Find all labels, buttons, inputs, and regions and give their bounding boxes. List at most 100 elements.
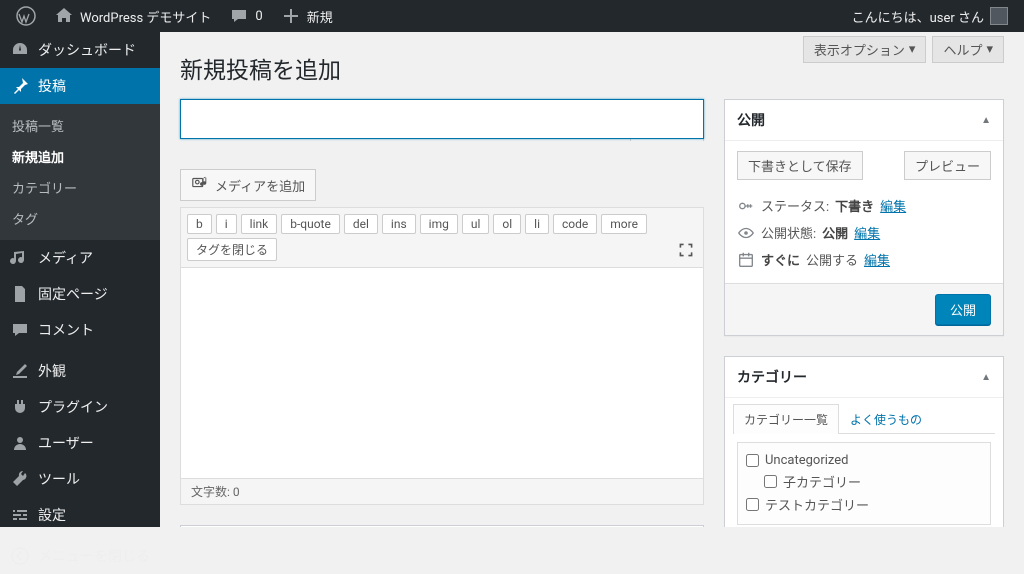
quicktag-タグを閉じる[interactable]: タグを閉じる	[187, 238, 277, 261]
site-name-link[interactable]: WordPress デモサイト	[46, 0, 219, 32]
admin-bar: WordPress デモサイト 0 新規 こんにちは、user さん	[0, 0, 1024, 32]
category-checkbox[interactable]	[746, 454, 759, 467]
comments-count: 0	[255, 9, 262, 24]
edit-status-link[interactable]: 編集	[880, 196, 906, 215]
post-title-input[interactable]	[180, 99, 704, 139]
new-content-link[interactable]: 新規	[273, 0, 341, 32]
help-button[interactable]: ヘルプ ▾	[932, 36, 1004, 63]
settings-icon	[10, 505, 30, 525]
screen-options-button[interactable]: 表示オプション ▾	[803, 36, 927, 63]
submenu-item[interactable]: 新規追加	[0, 141, 160, 172]
sidebar-item-label: ツール	[38, 469, 80, 489]
comment-icon	[10, 320, 30, 340]
content-area: 表示オプション ▾ ヘルプ ▾ 新規投稿を追加 メディアを追加 ビジュアル テキ…	[160, 32, 1024, 527]
sidebar-item-media[interactable]: メディア	[0, 240, 160, 276]
tab-category-popular[interactable]: よく使うもの	[839, 404, 933, 434]
sidebar-item-label: ユーザー	[38, 433, 94, 453]
greeting-text: こんにちは、user さん	[852, 7, 984, 26]
sidebar-item-label: メニューを閉じる	[38, 546, 150, 566]
page-icon	[10, 284, 30, 304]
editor-box: bilinkb-quotedelinsimgulollicodemore タグを閉…	[180, 207, 704, 505]
quicktag-more[interactable]: more	[601, 214, 647, 234]
comments-link[interactable]: 0	[221, 0, 270, 32]
media-icon	[10, 248, 30, 268]
sidebar-item-label: 固定ページ	[38, 284, 108, 304]
calendar-icon	[737, 251, 755, 269]
wp-logo[interactable]	[8, 0, 44, 32]
plus-icon	[281, 6, 301, 26]
fullscreen-icon[interactable]	[675, 239, 697, 261]
quicktag-link[interactable]: link	[241, 214, 278, 234]
sidebar-item-page[interactable]: 固定ページ	[0, 276, 160, 312]
site-name: WordPress デモサイト	[80, 7, 211, 26]
category-item[interactable]: Uncategorized	[746, 451, 982, 470]
sidebar-item-user[interactable]: ユーザー	[0, 425, 160, 461]
new-label: 新規	[307, 7, 333, 26]
quicktag-img[interactable]: img	[420, 214, 458, 234]
category-item[interactable]: 子カテゴリー	[746, 470, 982, 493]
sidebar-item-label: メディア	[38, 248, 93, 268]
sidebar-item-label: コメント	[38, 320, 94, 340]
account-link[interactable]: こんにちは、user さん	[844, 0, 1016, 32]
plugin-icon	[10, 397, 30, 417]
quicktags-toolbar: bilinkb-quotedelinsimgulollicodemore タグを閉…	[181, 208, 703, 268]
quicktag-i[interactable]: i	[216, 214, 237, 234]
avatar	[990, 7, 1008, 25]
save-draft-button[interactable]: 下書きとして保存	[737, 151, 863, 180]
chevron-down-icon: ▾	[909, 42, 916, 57]
category-checklist: Uncategorized 子カテゴリー テストカテゴリー	[737, 442, 991, 525]
post-content-textarea[interactable]	[181, 268, 703, 478]
quicktag-ol[interactable]: ol	[493, 214, 521, 234]
sidebar-item-dashboard[interactable]: ダッシュボード	[0, 32, 160, 68]
categories-box: カテゴリー▲ カテゴリー一覧 よく使うもの Uncategorized 子カテゴ…	[724, 356, 1004, 527]
submenu-item[interactable]: タグ	[0, 203, 160, 234]
tab-category-all[interactable]: カテゴリー一覧	[733, 404, 839, 434]
edit-visibility-link[interactable]: 編集	[854, 223, 880, 242]
quicktag-b-quote[interactable]: b-quote	[281, 214, 340, 234]
tools-icon	[10, 469, 30, 489]
sidebar-item-collapse[interactable]: メニューを閉じる	[0, 538, 160, 574]
sidebar-item-label: 投稿	[38, 76, 66, 96]
categories-heading[interactable]: カテゴリー▲	[725, 357, 1003, 398]
editor-status-bar: 文字数: 0	[181, 478, 703, 504]
visibility-row: 公開状態: 公開 編集	[737, 219, 991, 246]
status-row: ステータス: 下書き 編集	[737, 192, 991, 219]
chevron-up-icon[interactable]: ▲	[981, 372, 991, 383]
submenu-item[interactable]: 投稿一覧	[0, 110, 160, 141]
admin-sidebar: ダッシュボード投稿投稿一覧新規追加カテゴリータグメディア固定ページコメント外観プ…	[0, 32, 160, 527]
quicktag-del[interactable]: del	[344, 214, 378, 234]
quicktag-li[interactable]: li	[525, 214, 549, 234]
quicktag-ins[interactable]: ins	[382, 214, 416, 234]
camera-music-icon	[191, 174, 209, 196]
category-checkbox[interactable]	[764, 475, 777, 488]
chevron-down-icon: ▾	[986, 42, 993, 57]
quicktag-code[interactable]: code	[553, 214, 597, 234]
publish-heading[interactable]: 公開▲	[725, 100, 1003, 141]
category-checkbox[interactable]	[746, 498, 759, 511]
collapse-icon	[10, 546, 30, 566]
sidebar-item-comment[interactable]: コメント	[0, 312, 160, 348]
category-item[interactable]: テストカテゴリー	[746, 493, 982, 516]
pin-icon	[10, 76, 30, 96]
comment-bubble-icon	[229, 6, 249, 26]
sidebar-item-appearance[interactable]: 外観	[0, 353, 160, 389]
publish-button[interactable]: 公開	[935, 294, 991, 325]
chevron-up-icon[interactable]: ▲	[981, 115, 991, 126]
sidebar-item-label: 設定	[38, 505, 66, 525]
eye-icon	[737, 224, 755, 242]
submenu-item[interactable]: カテゴリー	[0, 172, 160, 203]
sidebar-item-settings[interactable]: 設定	[0, 497, 160, 533]
publish-box: 公開▲ 下書きとして保存 プレビュー ステータス: 下書き 編集 公開状態:	[724, 99, 1004, 336]
sidebar-item-tools[interactable]: ツール	[0, 461, 160, 497]
sidebar-item-plugin[interactable]: プラグイン	[0, 389, 160, 425]
edit-schedule-link[interactable]: 編集	[864, 250, 890, 269]
add-media-button[interactable]: メディアを追加	[180, 169, 316, 201]
sidebar-item-label: ダッシュボード	[38, 40, 136, 60]
quicktag-b[interactable]: b	[187, 214, 212, 234]
sidebar-item-label: 外観	[38, 361, 66, 381]
preview-button[interactable]: プレビュー	[904, 151, 991, 180]
schedule-row: すぐに公開する 編集	[737, 246, 991, 273]
sidebar-item-label: プラグイン	[38, 397, 108, 417]
quicktag-ul[interactable]: ul	[462, 214, 490, 234]
sidebar-item-pin[interactable]: 投稿	[0, 68, 160, 104]
